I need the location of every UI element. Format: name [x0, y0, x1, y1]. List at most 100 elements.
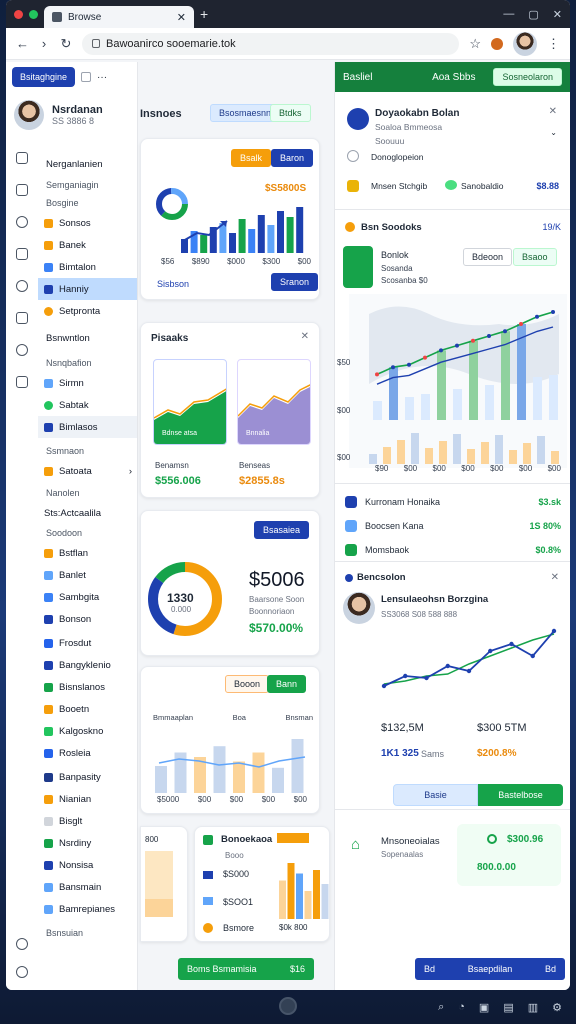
- sidebar-item[interactable]: Bonson: [38, 608, 137, 630]
- folder-icon[interactable]: [16, 376, 28, 388]
- start-button[interactable]: [279, 997, 297, 1015]
- revenue-bar: [200, 235, 208, 253]
- extension-icon[interactable]: [491, 37, 503, 50]
- sidebar-item[interactable]: Kalgoskno: [38, 720, 137, 742]
- folder-icon[interactable]: ▥: [528, 1001, 538, 1014]
- comparison-ticks: $5000 $00 $00 $00 $00: [157, 795, 307, 804]
- card-icon: [203, 871, 213, 879]
- radio-icon[interactable]: [347, 150, 359, 162]
- sidebar-item[interactable]: Bansmain: [38, 876, 137, 898]
- user-icon[interactable]: [16, 280, 28, 292]
- settings-icon[interactable]: [16, 216, 28, 228]
- close-tab-icon[interactable]: ✕: [177, 11, 186, 24]
- sidebar-item[interactable]: Bisnslanos: [38, 676, 137, 698]
- sidebar-item[interactable]: Frosdut: [38, 632, 137, 654]
- bottom-action-button[interactable]: Boms Bsmamisia $16: [178, 958, 314, 980]
- map-thumbnail[interactable]: [343, 246, 373, 288]
- back-icon[interactable]: ←: [16, 36, 29, 51]
- map-mini-bar: [523, 443, 531, 464]
- tick-label: $00: [461, 464, 475, 473]
- sidebar-item[interactable]: Nonsisa: [38, 854, 137, 876]
- map-button-2[interactable]: Bsaoo: [513, 248, 557, 266]
- sidebar-item[interactable]: Sts:Actcaalila: [38, 502, 137, 524]
- sidebar-item[interactable]: Rosleia: [38, 742, 137, 764]
- donut-action-button[interactable]: Bsasaiea: [253, 521, 309, 539]
- range-button[interactable]: Baron: [271, 149, 314, 167]
- collapse-icon[interactable]: [81, 72, 92, 82]
- tick-label: $50: [337, 358, 351, 367]
- stats-row[interactable]: Kurronam Honaika $3.sk: [335, 490, 570, 514]
- details-link[interactable]: Sisbson: [157, 279, 189, 289]
- window-icon[interactable]: ▣: [479, 1001, 489, 1014]
- close-window-icon[interactable]: [14, 9, 23, 19]
- close-icon[interactable]: ✕: [301, 331, 309, 342]
- profile-avatar[interactable]: [513, 31, 537, 56]
- right-header-button[interactable]: Sosneolaron: [493, 68, 562, 86]
- sidebar-item[interactable]: Sirmn: [38, 372, 137, 394]
- sidebar-item[interactable]: Satoata ›: [38, 460, 137, 482]
- sidebar-item[interactable]: Bangyklenio: [38, 654, 137, 676]
- maximize-window-icon[interactable]: [29, 9, 38, 19]
- right-bottom-button[interactable]: Bd Bsaepdilan Bd: [415, 958, 565, 980]
- notice-close-icon[interactable]: ✕: [549, 106, 557, 117]
- sidebar-item[interactable]: Nsrdiny: [38, 832, 137, 854]
- settings-icon[interactable]: ⚙: [552, 1001, 562, 1014]
- toggle-option-2[interactable]: Bastelbose: [478, 784, 563, 806]
- workspace-switcher[interactable]: Bsitaghgine: [12, 67, 76, 87]
- chat-icon[interactable]: ◔: [458, 1001, 465, 1013]
- minimize-icon[interactable]: —: [503, 8, 514, 21]
- sidebar-item[interactable]: Sambgita: [38, 586, 137, 608]
- stats-row[interactable]: Boocsen Kana 1S 80%: [335, 514, 570, 538]
- sidebar-item[interactable]: Bisglt: [38, 810, 137, 832]
- sidebar-item[interactable]: Bstflan: [38, 542, 137, 564]
- insight-tile-green[interactable]: Bdnse atsa: [153, 359, 227, 445]
- toggle-option-1[interactable]: Basie: [393, 784, 478, 806]
- filter-button[interactable]: Bsalk: [231, 149, 272, 167]
- map-button-1[interactable]: Bdeoon: [463, 248, 513, 266]
- header-secondary-button[interactable]: Btdks: [270, 104, 311, 122]
- insight-tile-purple[interactable]: Bnnalia: [237, 359, 311, 445]
- sidebar-item[interactable]: Bimlasos: [38, 416, 137, 438]
- search-icon[interactable]: ⌕: [438, 1001, 444, 1014]
- sidebar-item[interactable]: Sabtak: [38, 394, 137, 416]
- sidebar-item[interactable]: Booetn: [38, 698, 137, 720]
- sidebar-item[interactable]: Setpronta: [38, 300, 137, 322]
- sidebar-item[interactable]: Nianian: [38, 788, 137, 810]
- restore-icon[interactable]: ▢: [528, 8, 538, 21]
- sidebar-item[interactable]: Sonsos: [38, 212, 137, 234]
- sidebar-item[interactable]: Bimtalon: [38, 256, 137, 278]
- account-icon[interactable]: [16, 966, 28, 978]
- analytics-icon[interactable]: [16, 184, 28, 196]
- chevron-down-icon[interactable]: ⌄: [550, 128, 557, 137]
- inbox-icon[interactable]: [16, 248, 28, 260]
- comparison-bar: [155, 766, 167, 793]
- dashboard-icon[interactable]: [16, 152, 28, 164]
- sidebar-item[interactable]: Banek: [38, 234, 137, 256]
- revenue-bar: [286, 217, 294, 253]
- view-button[interactable]: Sranon: [271, 273, 319, 291]
- user-card[interactable]: Nsrdanan SS 3886 8: [6, 92, 137, 138]
- collapse-icon[interactable]: ✕: [551, 572, 559, 583]
- bookmark-star-icon[interactable]: ☆: [469, 36, 481, 52]
- map-point: [423, 355, 427, 360]
- sidebar-item[interactable]: Banpasity: [38, 766, 137, 788]
- new-tab-icon[interactable]: +: [200, 6, 208, 22]
- url-field[interactable]: Bawoanirco sooemarie.tok: [82, 32, 460, 55]
- close-icon[interactable]: ✕: [553, 8, 562, 21]
- help-icon[interactable]: [16, 938, 28, 950]
- sidebar-item-active[interactable]: Hanniy: [38, 278, 137, 300]
- toggle-right-button[interactable]: Bann: [267, 675, 307, 693]
- reload-icon[interactable]: ↻: [60, 36, 72, 52]
- sidebar-item[interactable]: Bamrepianes: [38, 898, 137, 920]
- more-icon[interactable]: ···: [97, 72, 107, 83]
- revenue-card: Bsalk Baron $S5800S $56 $890 $000 $300 $00 S…: [140, 138, 320, 300]
- clock-icon[interactable]: [16, 344, 28, 356]
- menu-icon[interactable]: ⋮: [547, 36, 560, 52]
- lock-icon[interactable]: [16, 312, 28, 324]
- sidebar-item[interactable]: Banlet: [38, 564, 137, 586]
- image-icon[interactable]: ▤: [503, 1001, 513, 1014]
- stats-row[interactable]: Momsbaok $0.8%: [335, 538, 570, 562]
- forward-icon[interactable]: ›: [38, 36, 50, 51]
- browser-tab[interactable]: Browse ✕: [44, 6, 194, 28]
- toggle-left-button[interactable]: Booon: [225, 675, 270, 693]
